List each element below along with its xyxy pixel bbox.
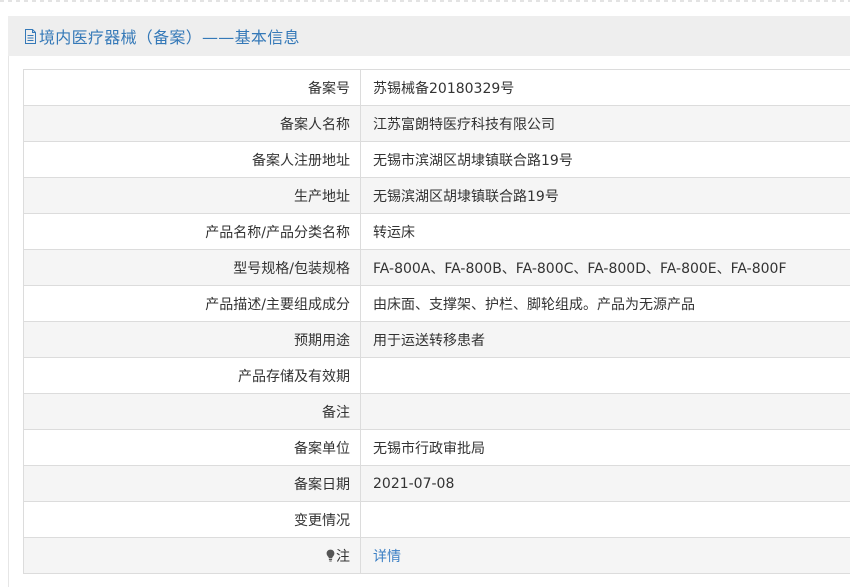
row-value: 由床面、支撑架、护栏、脚轮组成。产品为无源产品: [360, 285, 850, 322]
table-row: 产品名称/产品分类名称 转运床: [23, 213, 850, 250]
lightbulb-icon: [326, 549, 335, 562]
table-row: 型号规格/包装规格 FA-800A、FA-800B、FA-800C、FA-800…: [23, 249, 850, 286]
row-label: 型号规格/包装规格: [23, 249, 361, 286]
row-label: 备案人名称: [23, 105, 361, 142]
table-row: 备案日期 2021-07-08: [23, 465, 850, 502]
table-row: 备案人名称 江苏富朗特医疗科技有限公司: [23, 105, 850, 142]
row-label: 产品描述/主要组成成分: [23, 285, 361, 322]
row-label: 生产地址: [23, 177, 361, 214]
note-label: 注: [336, 548, 350, 565]
table-row: 预期用途 用于运送转移患者: [23, 321, 850, 358]
info-table: 备案号 苏锡械备20180329号 备案人名称 江苏富朗特医疗科技有限公司 备案…: [23, 69, 850, 574]
top-dashed-border: [0, 0, 850, 2]
row-label: 备案日期: [23, 465, 361, 502]
table-row: 生产地址 无锡滨湖区胡埭镇联合路19号: [23, 177, 850, 214]
row-value: [360, 357, 850, 394]
note-row: 注 详情: [23, 537, 850, 574]
row-value: 江苏富朗特医疗科技有限公司: [360, 105, 850, 142]
row-value: 无锡市行政审批局: [360, 429, 850, 466]
table-row: 备案单位 无锡市行政审批局: [23, 429, 850, 466]
row-label: 备案人注册地址: [23, 141, 361, 178]
table-row: 备案号 苏锡械备20180329号: [23, 69, 850, 106]
table-row: 产品存储及有效期: [23, 357, 850, 394]
row-value: [360, 501, 850, 538]
table-row: 产品描述/主要组成成分 由床面、支撑架、护栏、脚轮组成。产品为无源产品: [23, 285, 850, 322]
section-header: 境内医疗器械（备案）——基本信息: [8, 16, 850, 56]
table-row: 变更情况: [23, 501, 850, 538]
row-value: [360, 393, 850, 430]
row-value: 2021-07-08: [360, 465, 850, 502]
row-label: 预期用途: [23, 321, 361, 358]
row-label: 备注: [23, 393, 361, 430]
row-label: 备案单位: [23, 429, 361, 466]
table-row: 备注: [23, 393, 850, 430]
page-title: 境内医疗器械（备案）——基本信息: [39, 28, 300, 47]
document-icon: [24, 28, 37, 44]
note-value-cell: 详情: [360, 537, 850, 574]
row-value: 苏锡械备20180329号: [360, 69, 850, 106]
row-value: 无锡滨湖区胡埭镇联合路19号: [360, 177, 850, 214]
row-label: 产品存储及有效期: [23, 357, 361, 394]
row-label: 产品名称/产品分类名称: [23, 213, 361, 250]
row-value: 转运床: [360, 213, 850, 250]
table-row: 备案人注册地址 无锡市滨湖区胡埭镇联合路19号: [23, 141, 850, 178]
row-label: 备案号: [23, 69, 361, 106]
row-value: FA-800A、FA-800B、FA-800C、FA-800D、FA-800E、…: [360, 249, 850, 286]
row-value: 无锡市滨湖区胡埭镇联合路19号: [360, 141, 850, 178]
details-link[interactable]: 详情: [373, 549, 401, 565]
row-value: 用于运送转移患者: [360, 321, 850, 358]
row-label: 变更情况: [23, 501, 361, 538]
note-label-cell: 注: [23, 537, 361, 574]
